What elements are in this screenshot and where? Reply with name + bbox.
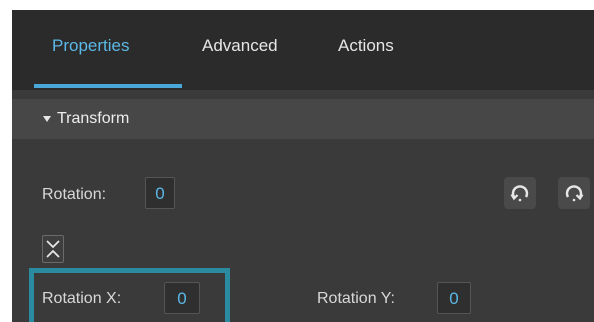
rotation-x-highlight xyxy=(29,268,230,322)
expand-triangle-icon xyxy=(43,116,51,122)
tab-properties[interactable]: Properties xyxy=(52,36,129,56)
rotate-counterclockwise-icon xyxy=(510,185,529,202)
rotation-input[interactable]: 0 xyxy=(145,177,175,209)
rotation-y-input[interactable]: 0 xyxy=(437,282,471,314)
section-title: Transform xyxy=(57,110,130,127)
rotate-clockwise-icon xyxy=(565,185,584,202)
properties-panel: Properties Advanced Actions Transform Ro… xyxy=(12,10,594,322)
rotate-ccw-button[interactable] xyxy=(504,177,536,209)
tab-bar: Properties Advanced Actions xyxy=(12,10,594,90)
link-rotation-toggle[interactable] xyxy=(42,235,64,263)
transform-section-header[interactable]: Transform xyxy=(12,99,594,139)
rotation-label: Rotation: xyxy=(42,186,107,203)
active-tab-indicator xyxy=(34,84,182,88)
rotation-y-label: Rotation Y: xyxy=(317,290,395,307)
tab-advanced[interactable]: Advanced xyxy=(202,36,278,56)
tab-actions[interactable]: Actions xyxy=(338,36,394,56)
rotate-cw-button[interactable] xyxy=(558,177,590,209)
unlink-chevrons-icon xyxy=(46,240,60,258)
